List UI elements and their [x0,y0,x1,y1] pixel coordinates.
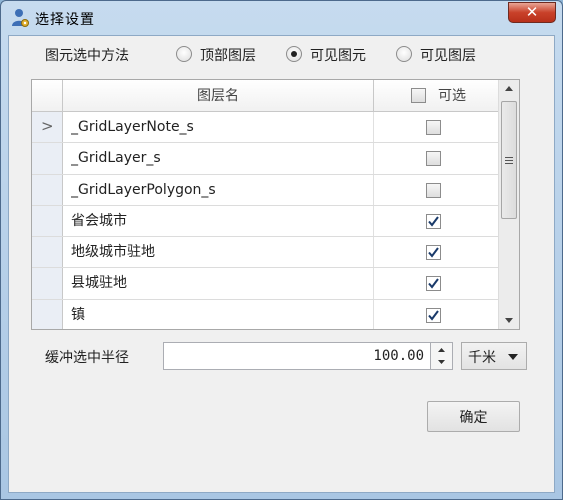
check-icon [428,216,439,227]
selectable-checkbox[interactable] [426,276,441,292]
select-all-checkbox[interactable] [411,88,426,103]
user-settings-icon [12,9,29,27]
selection-method-row: 图元选中方法 顶部图层 可见图元 可见图层 [45,44,525,66]
table-row[interactable]: _GridLayer_s [32,143,498,175]
table-header: 图层名 可选 [32,80,498,112]
selectable-checkbox[interactable] [426,151,441,167]
current-row-arrow-icon: > [41,117,54,135]
selection-method-label: 图元选中方法 [45,48,129,64]
radio-circle[interactable] [286,46,302,62]
layer-name: 省会城市 [71,212,127,229]
scroll-up-arrow-icon[interactable] [499,80,519,97]
check-icon [428,247,439,258]
layers-table: 图层名 可选 > _GridLayerNote_s _GridLayer_s _Gri… [31,79,520,330]
row-header[interactable] [32,174,63,205]
selectable-header-label: 可选 [438,88,466,104]
selectable-checkbox[interactable] [426,213,441,229]
radio-circle[interactable] [396,46,412,62]
check-icon [428,310,439,321]
table-row[interactable]: 地级城市驻地 [32,237,498,269]
ok-button[interactable]: 确定 [427,401,520,432]
layer-name: _GridLayerPolygon_s [71,181,216,198]
radio-label[interactable]: 可见图层 [420,45,476,65]
chevron-down-icon [508,354,518,360]
table-row[interactable]: 镇 [32,299,498,329]
grip-icon [505,157,513,164]
table-row[interactable]: 县城驻地 [32,268,498,300]
table-row[interactable]: _GridLayerPolygon_s [32,174,498,206]
buffer-radius-input[interactable]: 100.00 [163,342,431,370]
layer-name: 镇 [71,306,85,323]
selectable-checkbox[interactable] [426,120,441,135]
scroll-down-arrow-icon[interactable] [499,312,519,329]
row-header[interactable] [32,143,63,174]
window-title: 选择设置 [35,12,95,28]
close-button[interactable]: ✕ [508,2,556,23]
table-body: > _GridLayerNote_s _GridLayer_s _GridLayerP… [32,112,498,329]
title-bar[interactable]: 选择设置 ✕ [1,1,562,35]
buffer-radius-row: 缓冲选中半径 100.00 千米 [45,342,527,372]
row-header[interactable] [32,237,63,268]
dialog-window: 选择设置 ✕ 图元选中方法 顶部图层 可见图元 可见图层 图层名 可选 > _G… [0,0,563,500]
selectable-checkbox[interactable] [426,245,441,261]
spin-up-arrow-icon[interactable] [431,343,452,356]
buffer-radius-label: 缓冲选中半径 [45,350,129,366]
selectable-checkbox[interactable] [426,182,441,198]
row-header[interactable] [32,205,63,237]
row-header[interactable]: > [32,112,63,143]
layer-name: 县城驻地 [71,275,127,292]
radio-label[interactable]: 可见图元 [310,45,366,65]
table-row[interactable]: 省会城市 [32,205,498,238]
radio-label[interactable]: 顶部图层 [200,45,256,65]
vertical-scrollbar[interactable] [498,80,519,329]
unit-value: 千米 [468,350,496,366]
check-icon [428,278,439,290]
close-icon: ✕ [525,3,539,21]
row-header[interactable] [32,268,63,299]
layer-name: 地级城市驻地 [71,244,155,261]
spin-down-arrow-icon[interactable] [431,356,452,369]
radio-circle[interactable] [176,46,192,62]
selectable-checkbox[interactable] [426,307,441,323]
column-header-selectable[interactable]: 可选 [374,80,498,112]
header-corner [32,80,63,112]
layer-name: _GridLayer_s [71,150,161,167]
column-header-layer-name[interactable]: 图层名 [63,80,374,112]
row-header[interactable] [32,299,63,329]
scroll-thumb[interactable] [501,101,517,219]
unit-dropdown[interactable]: 千米 [461,342,527,370]
table-row[interactable]: > _GridLayerNote_s [32,112,498,144]
radius-spinner[interactable] [431,342,453,370]
layer-name: _GridLayerNote_s [71,119,194,135]
